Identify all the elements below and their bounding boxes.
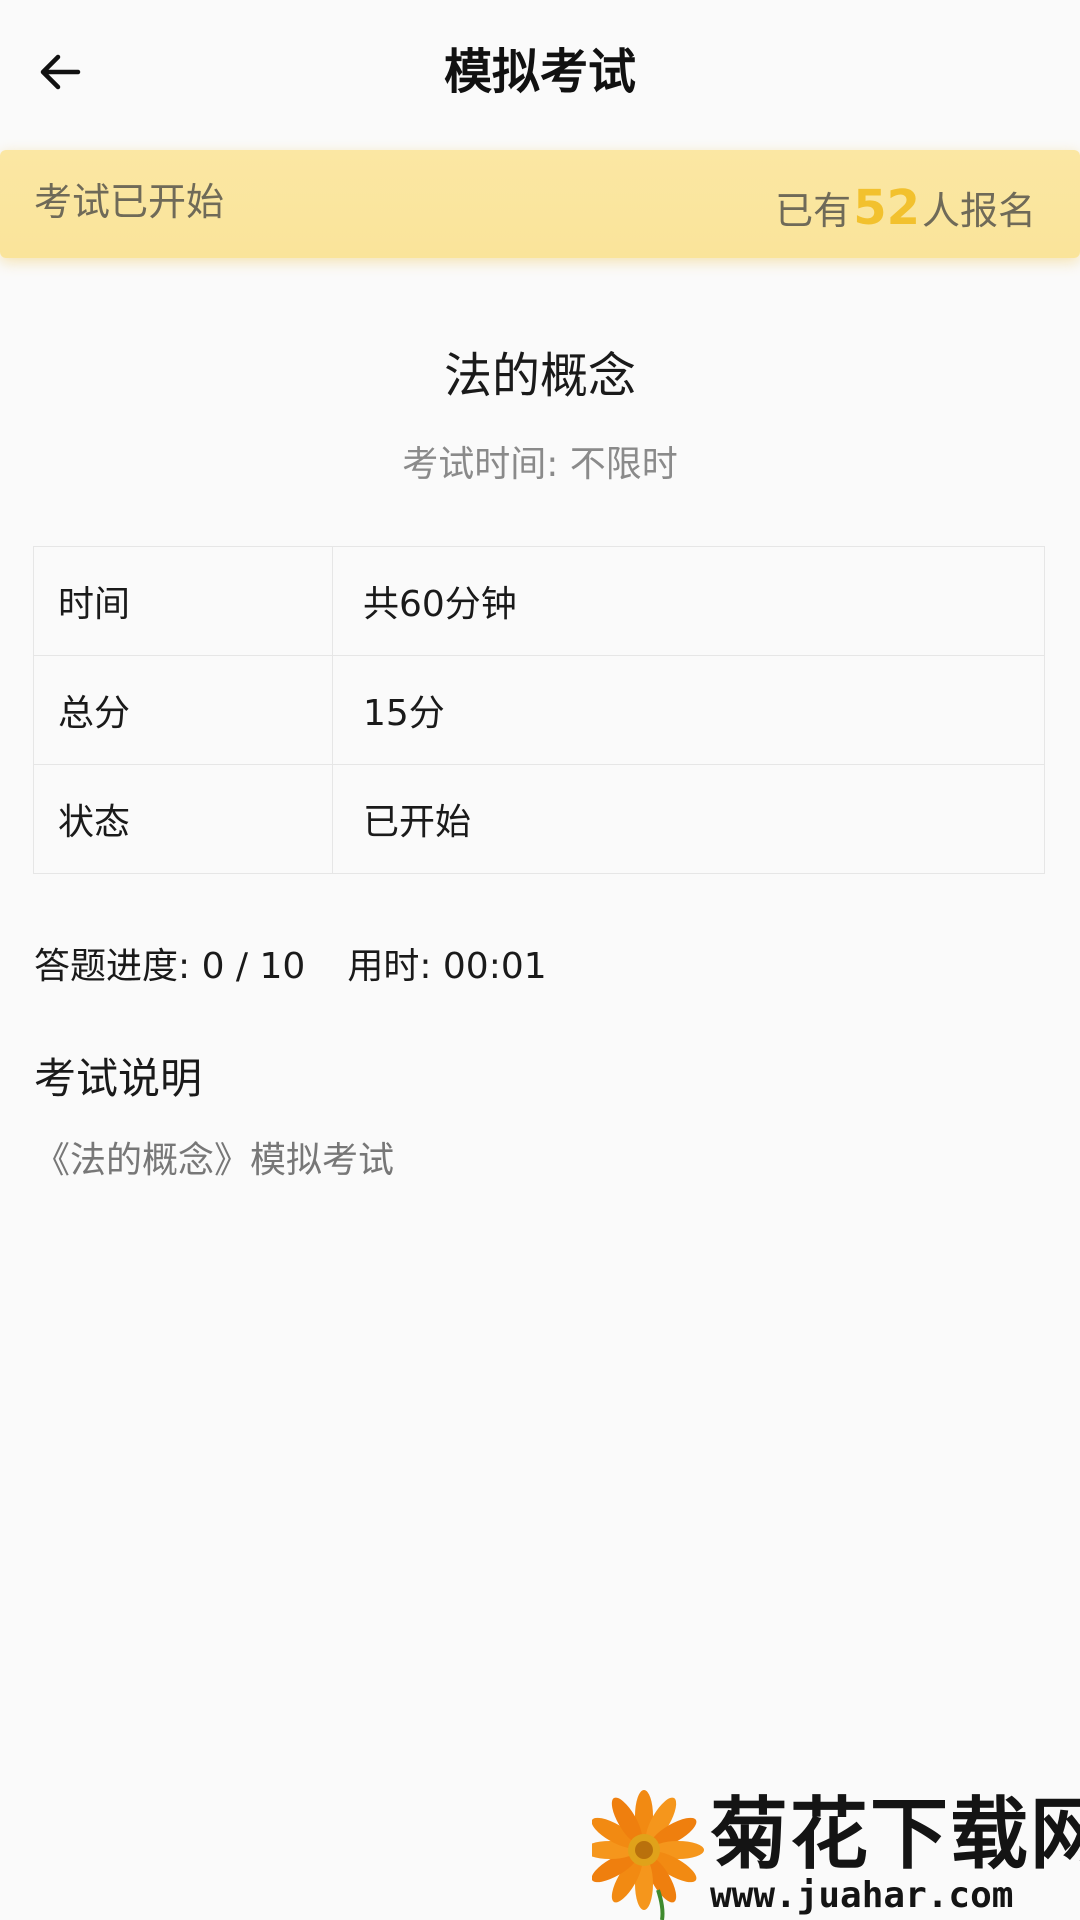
exam-name: 法的概念 bbox=[443, 348, 636, 404]
table-row: 总分 15分 bbox=[33, 655, 1045, 765]
exam-status-text: 考试已开始 bbox=[34, 180, 225, 224]
answer-progress: 答题进度: 0 / 10 用时: 00:01 bbox=[34, 942, 547, 992]
chrysanthemum-logo-icon bbox=[592, 1790, 704, 1920]
exam-detail-page: 模拟考试 考试已开始 已有52人报名 法的概念 考试时间: 不限时 时间 共60… bbox=[0, 0, 1080, 1920]
description-body: 《法的概念》模拟考试 bbox=[34, 1140, 395, 1181]
registration-count-prefix: 已有 bbox=[775, 189, 852, 233]
table-row: 状态 已开始 bbox=[33, 764, 1045, 874]
watermark-url: www.juahar.com bbox=[710, 1875, 1014, 1916]
exam-time-limit: 考试时间: 不限时 bbox=[402, 444, 678, 485]
table-row: 时间 共60分钟 bbox=[33, 546, 1045, 656]
table-cell-label: 时间 bbox=[33, 546, 333, 656]
elapsed-time: 用时: 00:01 bbox=[347, 946, 547, 987]
watermark-brand: 菊花下载网 bbox=[710, 1790, 1080, 1880]
table-cell-label: 状态 bbox=[33, 764, 333, 874]
site-watermark: 菊花下载网 www.juahar.com bbox=[592, 1790, 1080, 1920]
registration-count-suffix: 人报名 bbox=[921, 189, 1036, 233]
table-cell-value: 共60分钟 bbox=[332, 546, 1045, 656]
table-cell-value: 15分 bbox=[332, 655, 1045, 765]
app-header: 模拟考试 bbox=[0, 0, 1080, 148]
page-title: 模拟考试 bbox=[443, 44, 636, 100]
description-title: 考试说明 bbox=[34, 1054, 203, 1103]
exam-info-table: 时间 共60分钟 总分 15分 状态 已开始 bbox=[33, 546, 1045, 874]
answer-progress-count: 答题进度: 0 / 10 bbox=[34, 946, 306, 987]
exam-status-banner: 考试已开始 已有52人报名 bbox=[0, 150, 1080, 258]
registration-count: 已有52人报名 bbox=[775, 176, 1036, 243]
registration-count-number: 52 bbox=[853, 180, 920, 236]
table-cell-value: 已开始 bbox=[332, 764, 1045, 874]
table-cell-label: 总分 bbox=[33, 655, 333, 765]
